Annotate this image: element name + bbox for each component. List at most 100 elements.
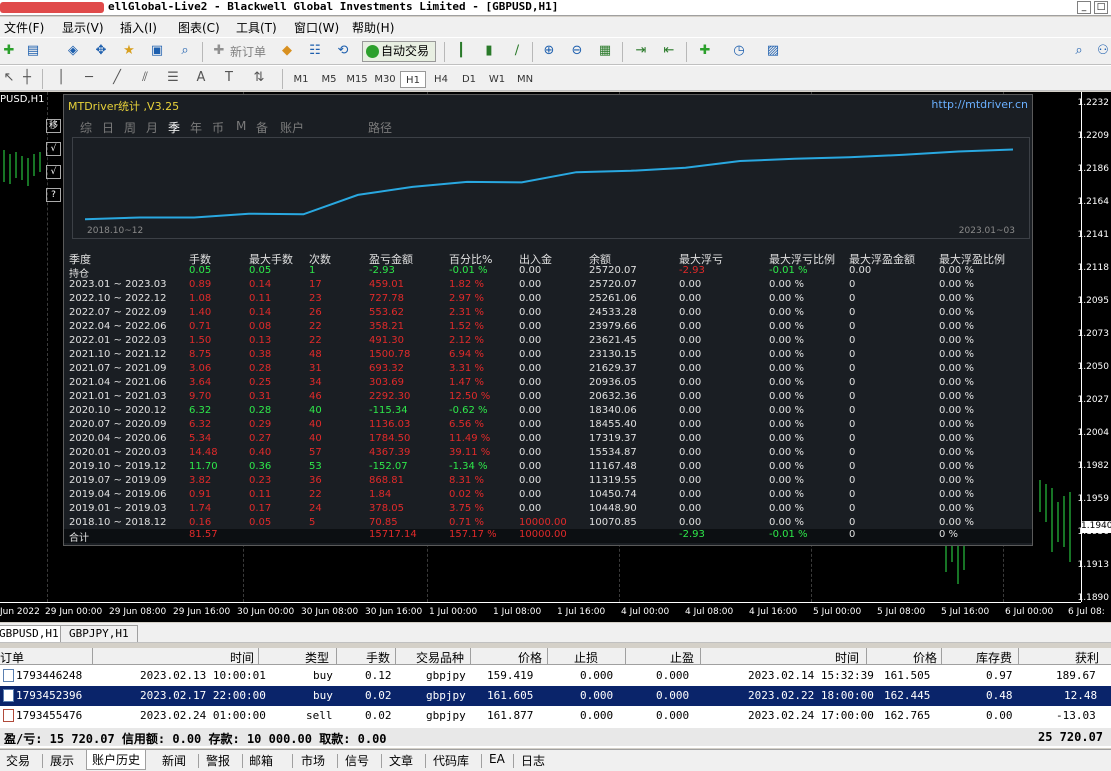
th-close-time[interactable]: 时间 bbox=[835, 649, 859, 666]
tab-alerts[interactable]: 警报 bbox=[206, 752, 230, 769]
chart-shift-icon[interactable]: ⇥ bbox=[632, 42, 650, 60]
timeframe-mn[interactable]: MN bbox=[512, 71, 538, 88]
side-check-button-2[interactable]: √ bbox=[46, 165, 61, 179]
tab-notes[interactable]: 备 bbox=[256, 119, 268, 136]
column-divider[interactable] bbox=[336, 648, 337, 665]
tab-quarter[interactable]: 季 bbox=[168, 119, 180, 136]
tab-account[interactable]: 账户 bbox=[280, 119, 304, 136]
th-take-profit[interactable]: 止盈 bbox=[670, 649, 694, 666]
candlestick-icon[interactable]: ▮ bbox=[480, 42, 498, 60]
column-divider[interactable] bbox=[700, 648, 701, 665]
templates-icon[interactable]: ▨ bbox=[764, 42, 782, 60]
tab-mailbox[interactable]: 邮箱 bbox=[249, 752, 273, 769]
column-divider[interactable] bbox=[92, 648, 93, 665]
market-watch-icon[interactable]: ◈ bbox=[64, 42, 82, 60]
profiles-icon[interactable]: ▤ bbox=[24, 42, 42, 60]
menu-window[interactable]: 窗口(W) bbox=[294, 19, 339, 36]
vertical-line-icon[interactable]: │ bbox=[52, 69, 70, 87]
tab-day[interactable]: 日 bbox=[102, 119, 114, 136]
column-divider[interactable] bbox=[395, 648, 396, 665]
th-type[interactable]: 类型 bbox=[305, 649, 329, 666]
timeframe-m15[interactable]: M15 bbox=[344, 71, 370, 88]
th-order[interactable]: 订单 bbox=[0, 649, 24, 666]
tab-code-base[interactable]: 代码库 bbox=[433, 752, 469, 769]
menu-view[interactable]: 显示(V) bbox=[62, 19, 104, 36]
tab-exposure[interactable]: 展示 bbox=[50, 752, 74, 769]
side-move-button[interactable]: 移 bbox=[46, 119, 61, 133]
tab-month[interactable]: 月 bbox=[146, 119, 158, 136]
navigator-icon[interactable]: ★ bbox=[120, 42, 138, 60]
cursor-icon[interactable]: ↖ bbox=[0, 69, 18, 87]
timeframe-m1[interactable]: M1 bbox=[288, 71, 314, 88]
tab-magic[interactable]: M bbox=[236, 119, 246, 133]
timeframe-d1[interactable]: D1 bbox=[456, 71, 482, 88]
periods-icon[interactable]: ◷ bbox=[730, 42, 748, 60]
timeframe-m5[interactable]: M5 bbox=[316, 71, 342, 88]
th-price[interactable]: 价格 bbox=[518, 649, 542, 666]
text-icon[interactable]: A bbox=[192, 69, 210, 87]
arrows-icon[interactable]: ⇅ bbox=[250, 69, 268, 87]
th-stop-loss[interactable]: 止损 bbox=[574, 649, 598, 666]
menu-help[interactable]: 帮助(H) bbox=[352, 19, 394, 36]
th-profit[interactable]: 获利 bbox=[1075, 649, 1099, 666]
tab-currency[interactable]: 币 bbox=[212, 119, 224, 136]
column-divider[interactable] bbox=[866, 648, 867, 665]
history-row[interactable]: 1793446248 2023.02.13 10:00:01 buy 0.12 … bbox=[0, 666, 1111, 686]
timeframe-h4[interactable]: H4 bbox=[428, 71, 454, 88]
new-order-button[interactable]: 新订单 bbox=[230, 43, 266, 60]
th-swap[interactable]: 库存费 bbox=[976, 649, 1012, 666]
auto-trading-button[interactable]: 自动交易 bbox=[362, 41, 436, 62]
timeframe-w1[interactable]: W1 bbox=[484, 71, 510, 88]
strategy-tester-icon[interactable]: ⌕ bbox=[176, 42, 194, 60]
metaeditor-icon[interactable]: ◆ bbox=[278, 42, 296, 60]
tab-signals[interactable]: 信号 bbox=[345, 752, 369, 769]
time-axis[interactable]: Jun 2022 29 Jun 00:00 29 Jun 08:00 29 Ju… bbox=[0, 602, 1105, 622]
terminal-icon[interactable]: ▣ bbox=[148, 42, 166, 60]
chart-tab-gbpjpy[interactable]: GBPJPY,H1 bbox=[60, 625, 138, 642]
column-divider[interactable] bbox=[470, 648, 471, 665]
th-open-time[interactable]: 时间 bbox=[230, 649, 254, 666]
column-divider[interactable] bbox=[547, 648, 548, 665]
menu-tools[interactable]: 工具(T) bbox=[236, 19, 277, 36]
autoscroll-icon[interactable]: ⇤ bbox=[660, 42, 678, 60]
data-window-icon[interactable]: ✥ bbox=[92, 42, 110, 60]
restore-button[interactable]: □ bbox=[1094, 1, 1108, 14]
history-row-selected[interactable]: 1793452396 2023.02.17 22:00:00 buy 0.02 … bbox=[0, 686, 1111, 706]
signals-icon[interactable]: ☷ bbox=[306, 42, 324, 60]
th-lots[interactable]: 手数 bbox=[366, 649, 390, 666]
tab-week[interactable]: 周 bbox=[124, 119, 136, 136]
tab-path[interactable]: 路径 bbox=[368, 119, 392, 136]
zoom-in-icon[interactable]: ⊕ bbox=[540, 42, 558, 60]
tab-account-history[interactable]: 账户历史 bbox=[86, 750, 147, 770]
community-icon[interactable]: ⚇ bbox=[1094, 42, 1111, 60]
line-chart-icon[interactable]: ∕ bbox=[508, 42, 526, 60]
side-check-button[interactable]: √ bbox=[46, 142, 61, 156]
tab-news[interactable]: 新闻 bbox=[162, 752, 186, 769]
tile-windows-icon[interactable]: ▦ bbox=[596, 42, 614, 60]
tab-experts[interactable]: EA bbox=[489, 752, 505, 766]
bar-chart-icon[interactable]: ┃ bbox=[452, 42, 470, 60]
th-symbol[interactable]: 交易品种 bbox=[416, 649, 464, 666]
fibonacci-icon[interactable]: ☰ bbox=[164, 69, 182, 87]
trendline-icon[interactable]: ╱ bbox=[108, 69, 126, 87]
menu-charts[interactable]: 图表(C) bbox=[178, 19, 220, 36]
panel-link[interactable]: http://mtdriver.cn bbox=[931, 98, 1028, 111]
horizontal-line-icon[interactable]: ─ bbox=[80, 69, 98, 87]
column-divider[interactable] bbox=[941, 648, 942, 665]
indicators-icon[interactable]: ✚ bbox=[696, 42, 714, 60]
vps-icon[interactable]: ⟲ bbox=[334, 42, 352, 60]
tab-trade[interactable]: 交易 bbox=[6, 752, 30, 769]
th-close-price[interactable]: 价格 bbox=[913, 649, 937, 666]
column-divider[interactable] bbox=[258, 648, 259, 665]
history-row[interactable]: 1793455476 2023.02.24 01:00:00 sell 0.02… bbox=[0, 706, 1111, 726]
new-chart-icon[interactable]: ✚ bbox=[0, 42, 18, 60]
text-label-icon[interactable]: T bbox=[220, 69, 238, 87]
column-divider[interactable] bbox=[1018, 648, 1019, 665]
timeframe-m30[interactable]: M30 bbox=[372, 71, 398, 88]
column-divider[interactable] bbox=[625, 648, 626, 665]
minimize-button[interactable]: _ bbox=[1077, 1, 1091, 14]
price-chart[interactable]: PUSD,H1 移 √ √ ? 1.2232 1.2209 1.2186 1.2… bbox=[0, 92, 1111, 622]
side-help-button[interactable]: ? bbox=[46, 188, 61, 202]
zoom-out-icon[interactable]: ⊖ bbox=[568, 42, 586, 60]
tab-market[interactable]: 市场 bbox=[301, 752, 325, 769]
